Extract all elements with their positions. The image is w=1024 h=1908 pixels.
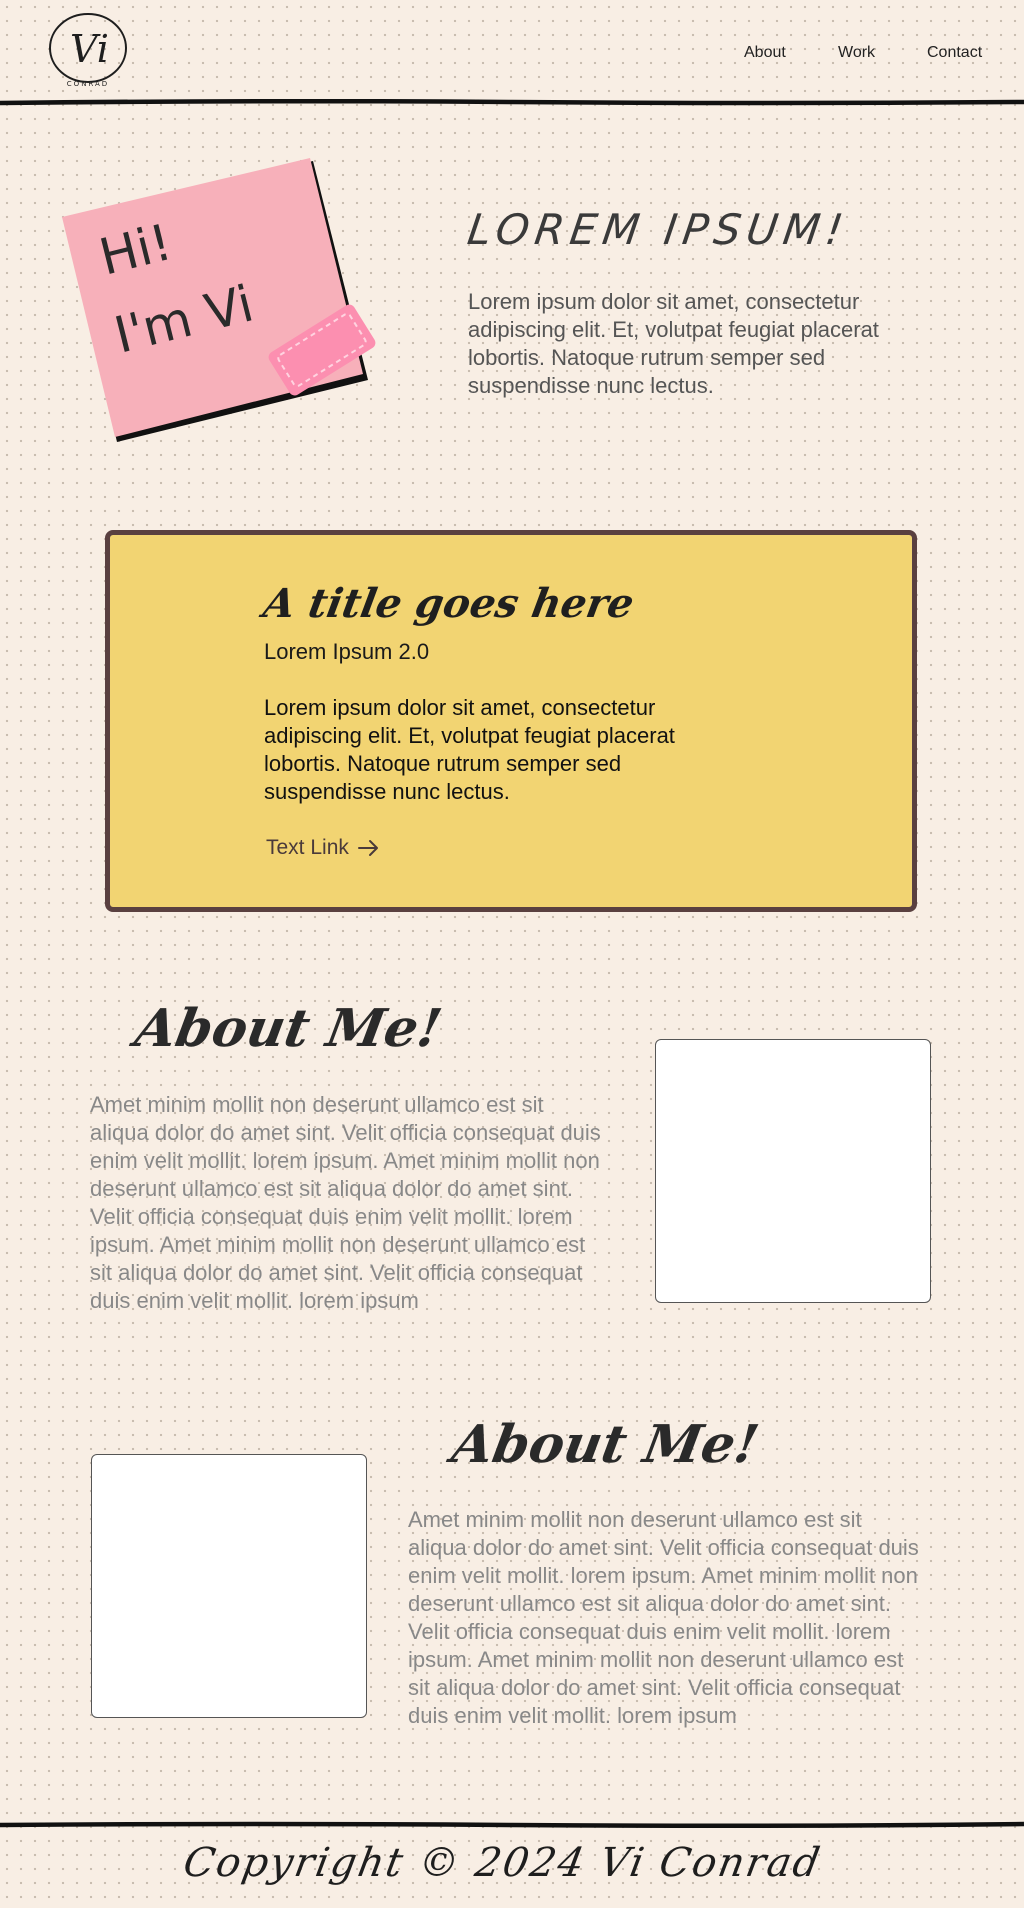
about-image-placeholder-2 <box>91 1454 367 1718</box>
about-title-2: About Me! <box>447 1414 764 1475</box>
card-subtitle: Lorem Ipsum 2.0 <box>264 639 430 664</box>
hero-text: Lorem ipsum dolor sit amet, consectetur … <box>468 289 879 398</box>
nav-work-link[interactable]: Work <box>838 44 875 62</box>
footer-copyright: Copyright © 2024 Vi Conrad <box>179 1840 825 1886</box>
hero-title: LOREM IPSUM! <box>464 205 853 254</box>
about-title-1: About Me! <box>130 998 447 1059</box>
card-title: A title goes here <box>259 580 638 627</box>
logo-monogram: Vi <box>70 27 109 71</box>
about-image-placeholder-1 <box>655 1039 931 1303</box>
card-link-label: Text Link <box>266 836 349 859</box>
footer-divider <box>0 1821 1024 1829</box>
card-body: Lorem ipsum dolor sit amet, consectetur … <box>264 695 675 804</box>
logo-wordmark: CONRAD <box>67 80 109 88</box>
card-text-link[interactable]: Text Link <box>266 836 381 860</box>
logo-icon: Vi CONRAD <box>49 13 127 88</box>
about-text-1: Amet minim mollit non deserunt ullamco e… <box>90 1092 601 1313</box>
about-text-2: Amet minim mollit non deserunt ullamco e… <box>408 1507 919 1728</box>
site-logo[interactable]: Vi CONRAD <box>48 8 128 90</box>
header-divider <box>0 98 1024 106</box>
sticky-note: Hi! I'm Vi <box>60 155 410 455</box>
sticky-note-graphic: Hi! I'm Vi <box>62 158 376 442</box>
nav-contact-link[interactable]: Contact <box>927 44 982 62</box>
nav-about-link[interactable]: About <box>744 44 786 62</box>
arrow-right-icon <box>357 840 378 856</box>
